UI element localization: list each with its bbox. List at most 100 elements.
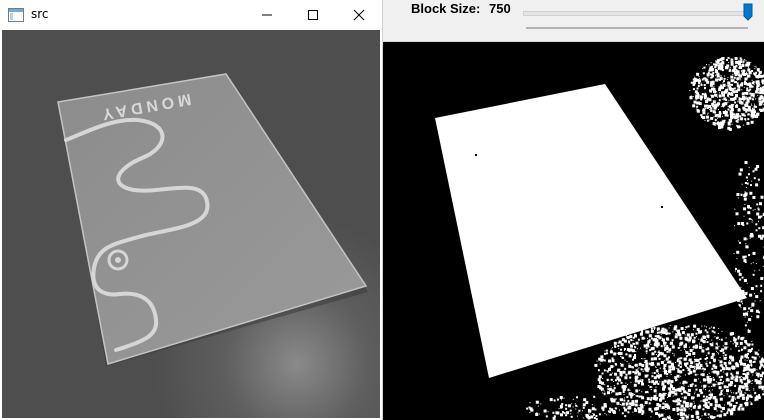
noise-speck xyxy=(754,208,756,210)
noise-speck xyxy=(730,400,732,402)
noise-speck xyxy=(710,90,713,93)
noise-speck xyxy=(658,331,661,334)
noise-speck xyxy=(750,263,752,265)
noise-speck xyxy=(719,92,720,94)
noise-speck xyxy=(686,333,690,337)
noise-speck xyxy=(634,354,636,356)
noise-speck xyxy=(630,393,633,397)
noise-speck xyxy=(641,336,645,340)
noise-speck xyxy=(659,381,661,383)
noise-speck xyxy=(744,261,747,263)
noise-speck xyxy=(721,121,725,125)
noise-speck xyxy=(733,379,735,381)
noise-speck xyxy=(705,414,707,416)
noise-speck xyxy=(696,98,698,100)
noise-speck xyxy=(723,97,727,101)
noise-speck xyxy=(741,357,743,358)
noise-speck xyxy=(663,344,666,347)
noise-speck xyxy=(741,393,745,397)
noise-speck xyxy=(741,89,743,91)
noise-speck xyxy=(737,118,740,121)
noise-speck xyxy=(708,119,710,121)
noise-speck xyxy=(732,343,734,345)
noise-speck xyxy=(743,237,747,241)
noise-speck xyxy=(694,90,698,94)
noise-speck xyxy=(743,382,746,385)
noise-speck xyxy=(753,356,757,360)
noise-speck xyxy=(604,384,606,386)
noise-speck xyxy=(650,329,654,333)
noise-speck xyxy=(668,351,670,353)
noise-speck xyxy=(708,351,710,353)
noise-speck xyxy=(692,96,694,97)
noise-speck xyxy=(708,393,711,396)
noise-speck xyxy=(734,92,736,94)
noise-speck xyxy=(637,348,638,350)
noise-speck xyxy=(746,87,749,90)
noise-speck xyxy=(727,94,729,96)
noise-speck xyxy=(714,114,718,118)
noise-speck xyxy=(708,372,710,374)
noise-speck xyxy=(754,90,758,94)
noise-speck xyxy=(677,369,681,373)
noise-speck xyxy=(658,404,662,408)
noise-speck xyxy=(733,392,735,394)
noise-speck xyxy=(668,327,670,329)
noise-speck xyxy=(750,61,752,63)
noise-speck xyxy=(662,388,665,391)
noise-speck xyxy=(730,60,734,64)
noise-speck xyxy=(572,398,574,400)
noise-speck xyxy=(642,369,644,371)
close-button[interactable] xyxy=(336,0,382,30)
noise-speck xyxy=(651,352,655,356)
noise-speck xyxy=(665,357,669,361)
noise-speck xyxy=(639,403,643,407)
noise-speck xyxy=(706,64,707,66)
noise-speck xyxy=(572,406,574,408)
maximize-button[interactable] xyxy=(290,0,336,30)
noise-speck xyxy=(711,367,714,370)
block-size-slider-track[interactable] xyxy=(523,11,752,16)
noise-speck xyxy=(755,98,757,100)
noise-speck xyxy=(698,338,700,340)
noise-speck xyxy=(720,410,723,413)
noise-speck xyxy=(660,333,662,335)
noise-speck xyxy=(670,341,673,345)
noise-speck xyxy=(656,362,660,366)
noise-speck xyxy=(612,347,614,349)
noise-speck xyxy=(741,381,744,384)
noise-speck xyxy=(623,397,625,399)
noise-speck xyxy=(640,395,643,398)
noise-speck xyxy=(634,363,638,367)
noise-speck xyxy=(699,342,701,344)
minimize-button[interactable] xyxy=(244,0,290,30)
noise-speck xyxy=(668,349,670,351)
title-bar[interactable]: src xyxy=(0,0,382,30)
noise-speck xyxy=(725,367,729,370)
noise-speck xyxy=(713,407,717,411)
block-size-slider-thumb[interactable] xyxy=(743,3,753,21)
noise-speck xyxy=(626,336,630,340)
noise-speck xyxy=(670,380,674,384)
noise-speck xyxy=(699,344,701,346)
noise-speck xyxy=(654,357,657,360)
noise-speck xyxy=(713,86,715,88)
noise-speck xyxy=(722,83,725,86)
noise-speck xyxy=(756,68,760,72)
noise-speck xyxy=(559,405,563,409)
noise-speck xyxy=(707,413,710,416)
noise-speck xyxy=(728,383,732,387)
noise-speck xyxy=(665,403,669,407)
noise-speck xyxy=(630,339,633,342)
noise-speck xyxy=(704,86,706,89)
noise-speck xyxy=(746,352,749,355)
noise-speck xyxy=(679,404,681,406)
noise-speck xyxy=(560,413,563,417)
noise-speck xyxy=(758,91,760,93)
noise-speck xyxy=(747,113,750,116)
noise-speck xyxy=(629,389,631,391)
noise-speck xyxy=(696,95,699,98)
noise-speck xyxy=(739,77,741,79)
noise-speck xyxy=(742,62,744,64)
noise-speck xyxy=(693,336,696,339)
